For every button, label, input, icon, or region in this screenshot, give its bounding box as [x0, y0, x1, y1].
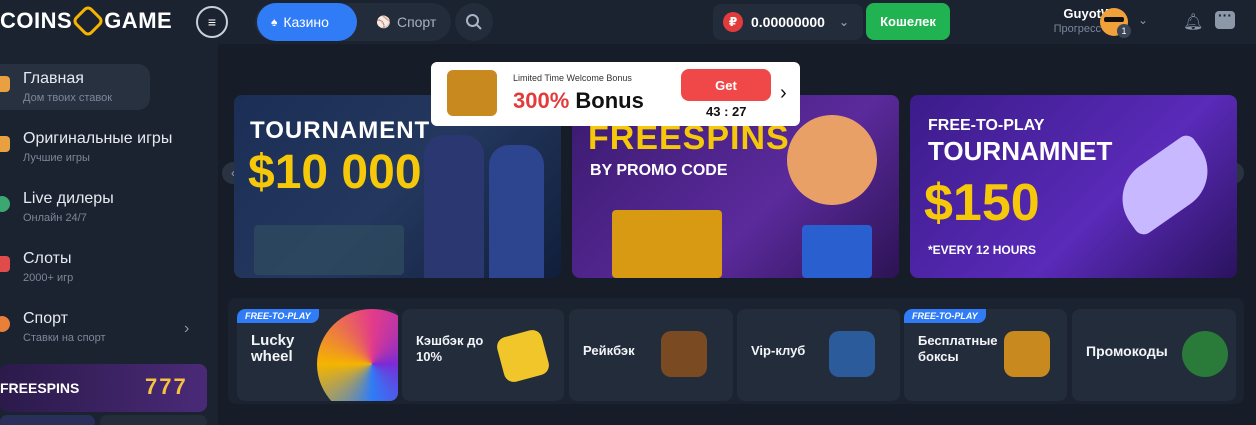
- chat-icon[interactable]: [1215, 7, 1235, 29]
- sidebar-card[interactable]: [0, 415, 95, 425]
- sidebar-item-subtitle: Онлайн 24/7: [23, 212, 87, 224]
- balance-amount: 0.00000000: [751, 14, 825, 30]
- gift-graphic: [612, 210, 722, 278]
- freespins-banner[interactable]: FREESPINS 777: [0, 364, 207, 412]
- dice-icon: [0, 136, 10, 152]
- sidebar-item-title: Главная: [23, 70, 84, 87]
- sidebar-item-subtitle: 2000+ игр: [23, 272, 74, 284]
- chip-icon: [0, 196, 10, 212]
- free-to-play-badge: FREE-TO-PLAY: [904, 309, 986, 323]
- spade-icon: ♠: [271, 15, 278, 29]
- wallet-button[interactable]: Кошелек: [866, 3, 950, 40]
- promo-free-boxes[interactable]: FREE-TO-PLAY Бесплатные боксы: [904, 309, 1067, 401]
- promo-cashback[interactable]: Кэшбэк до 10%: [402, 309, 564, 401]
- basketball-icon: [0, 316, 10, 332]
- elf-graphic: [787, 115, 877, 205]
- banner-title: TOURNAMNET: [928, 136, 1113, 166]
- promo-label: Рейкбэк: [583, 343, 635, 358]
- banner-note: *EVERY 12 HOURS: [928, 243, 1037, 257]
- sidebar-item-title: Спорт: [23, 310, 68, 327]
- tab-sport-label: Спорт: [396, 14, 437, 30]
- logo-text-left: COINS: [0, 8, 73, 33]
- chips-icon: [1182, 331, 1228, 377]
- cash-graphic: [254, 225, 404, 275]
- tab-casino[interactable]: ♠ Казино: [257, 3, 357, 41]
- slot-icon: [0, 256, 10, 272]
- balance-selector[interactable]: ₽ 0.00000000 ⌄: [713, 4, 863, 40]
- chevron-down-icon: ⌄: [838, 15, 850, 29]
- tab-casino-label: Казино: [283, 14, 329, 30]
- chevron-right-icon[interactable]: ›: [184, 320, 189, 338]
- present-graphic: [802, 225, 872, 278]
- promo-label: Lucky wheel: [251, 332, 295, 365]
- banner-amount: $150: [924, 174, 1040, 232]
- top-header: COINS GAME ≡ ♠ Казино ⚾ Спорт ₽ 0.000000…: [0, 0, 1256, 44]
- sidebar-card[interactable]: [100, 415, 207, 425]
- banner-title: TOURNAMENT: [250, 117, 431, 144]
- wallet-money-icon: [661, 331, 707, 377]
- banner-subtitle: BY PROMO CODE: [590, 162, 728, 179]
- search-button[interactable]: [455, 3, 493, 41]
- bell-icon[interactable]: 🔔︎: [1183, 12, 1203, 32]
- sidebar-item-subtitle: Лучшие игры: [23, 152, 90, 164]
- bonus-word: Bonus: [575, 88, 644, 113]
- promo-promocodes[interactable]: Промокоды: [1072, 309, 1236, 401]
- character-graphic: [424, 135, 484, 278]
- rocket-graphic: [1106, 131, 1224, 239]
- sidebar-item-title: Оригинальные игры: [23, 130, 173, 147]
- sidebar-item-title: Live дилеры: [23, 190, 114, 207]
- promo-vip-club[interactable]: Vip-клуб: [737, 309, 900, 401]
- promo-lucky-wheel[interactable]: FREE-TO-PLAY Lucky wheel: [237, 309, 398, 401]
- chevron-right-icon[interactable]: ›: [780, 82, 787, 105]
- sidebar-item-subtitle: Дом твоих ставок: [23, 92, 113, 104]
- bonus-percent: 300%: [513, 88, 570, 113]
- banner-amount: $10 000: [248, 146, 422, 199]
- treasure-chest-icon: [447, 70, 497, 116]
- menu-button[interactable]: ≡: [196, 6, 228, 38]
- free-to-play-badge: FREE-TO-PLAY: [237, 309, 319, 323]
- sidebar-item-title: Слоты: [23, 250, 72, 267]
- hamburger-icon: ≡: [207, 14, 217, 30]
- promo-label: Vip-клуб: [751, 343, 806, 358]
- tab-sport[interactable]: ⚾ Спорт: [362, 3, 452, 41]
- treasure-icon: [1004, 331, 1050, 377]
- wheel-graphic: [317, 309, 398, 401]
- ball-icon: ⚾: [376, 15, 391, 29]
- promo-label: Кэшбэк до 10%: [416, 333, 484, 364]
- logo-text-right: GAME: [104, 8, 173, 33]
- police-graphic: [489, 145, 544, 278]
- popup-headline: 300% Bonus: [513, 88, 644, 114]
- chevron-down-icon[interactable]: ⌄: [1138, 13, 1148, 27]
- countdown-timer: 43 : 27: [706, 104, 747, 119]
- site-logo[interactable]: COINS GAME: [0, 4, 173, 38]
- sidebar-item-subtitle: Ставки на спорт: [23, 332, 106, 344]
- search-icon: [466, 14, 482, 30]
- home-icon: [0, 76, 10, 92]
- freespins-label: FREESPINS: [0, 380, 80, 396]
- logo-coin-icon: [71, 4, 106, 38]
- sidebar-item-slots[interactable]: Слоты 2000+ игр: [0, 244, 150, 290]
- safe-icon: [829, 331, 875, 377]
- promo-rakeback[interactable]: Рейкбэк: [569, 309, 733, 401]
- sidebar-item-live[interactable]: Live дилеры Онлайн 24/7: [0, 184, 150, 230]
- sidebar-item-originals[interactable]: Оригинальные игры Лучшие игры: [0, 124, 172, 170]
- banner-kicker: FREE-TO-PLAY: [928, 117, 1045, 134]
- cashback-icon: [494, 327, 552, 385]
- sevens-graphic: 777: [145, 374, 188, 399]
- progress-label: Прогресс: [1053, 23, 1102, 35]
- sidebar-item-sport[interactable]: Спорт Ставки на спорт: [0, 304, 210, 350]
- promo-label: Промокоды: [1086, 343, 1168, 359]
- banner-free-tournament[interactable]: FREE-TO-PLAY TOURNAMNET $150 *EVERY 12 H…: [910, 95, 1237, 278]
- level-badge: 1: [1117, 24, 1131, 38]
- ruble-icon: ₽: [723, 12, 743, 32]
- sidebar-item-home[interactable]: Главная Дом твоих ставок: [0, 64, 150, 110]
- welcome-bonus-popup[interactable]: Limited Time Welcome Bonus 300% Bonus Ge…: [431, 62, 800, 126]
- get-bonus-button[interactable]: Get: [681, 69, 771, 101]
- promo-label: Бесплатные боксы: [918, 333, 998, 364]
- popup-caption: Limited Time Welcome Bonus: [513, 73, 632, 83]
